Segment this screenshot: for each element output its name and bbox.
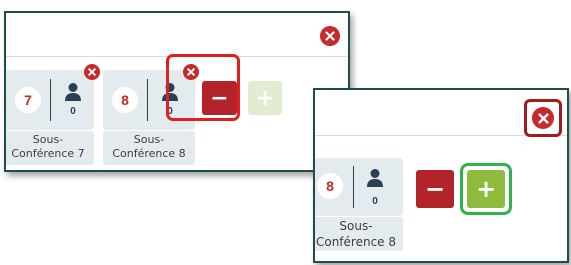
- conference-panel: 7 0 Sous- Conférence 7 8 0 Sous- Confére…: [4, 11, 350, 172]
- person-icon: [65, 83, 81, 101]
- plus-icon: +: [255, 85, 275, 111]
- subconference-label-8: Sous- Conférence 8: [315, 217, 403, 251]
- subconference-label-7: Sous- Conférence 7: [6, 131, 94, 165]
- subconference-card-8[interactable]: 8 0: [315, 158, 403, 216]
- person-icon: [367, 169, 383, 187]
- label-line-2: Conférence 7: [11, 147, 85, 161]
- highlight-add-button: [460, 163, 512, 215]
- conference-number-badge: 8: [317, 173, 343, 199]
- highlight-remove-button: [166, 54, 240, 121]
- subconference-card-7[interactable]: 7 0: [6, 70, 94, 130]
- conference-number: 8: [326, 178, 334, 194]
- conference-number: 8: [121, 92, 129, 108]
- remove-card-7-icon[interactable]: [84, 64, 100, 80]
- remove-subconference-button[interactable]: −: [416, 170, 454, 208]
- conference-number: 7: [24, 92, 32, 108]
- zoomed-conference-panel: 8 0 Sous- Conférence 8 − +: [313, 88, 569, 263]
- card-divider: [147, 79, 148, 121]
- label-line-2: Conférence 8: [315, 234, 397, 249]
- participant-count: 0: [70, 106, 76, 117]
- add-subconference-button[interactable]: +: [248, 81, 282, 115]
- participant-count: 0: [372, 196, 378, 207]
- label-line-1: Sous-: [32, 133, 64, 146]
- label-line-2: Conférence 8: [112, 147, 186, 161]
- conference-number-badge: 7: [15, 87, 41, 113]
- label-line-1: Sous-: [339, 219, 373, 233]
- label-line-1: Sous-: [133, 133, 165, 146]
- card-divider: [353, 166, 354, 208]
- card-divider: [50, 79, 51, 121]
- close-panel-icon[interactable]: [320, 26, 340, 46]
- subconference-label-8: Sous- Conférence 8: [103, 131, 195, 165]
- panel-header: [6, 13, 348, 57]
- highlight-close-button: [524, 99, 562, 137]
- minus-icon: −: [424, 175, 446, 203]
- conference-number-badge: 8: [112, 87, 138, 113]
